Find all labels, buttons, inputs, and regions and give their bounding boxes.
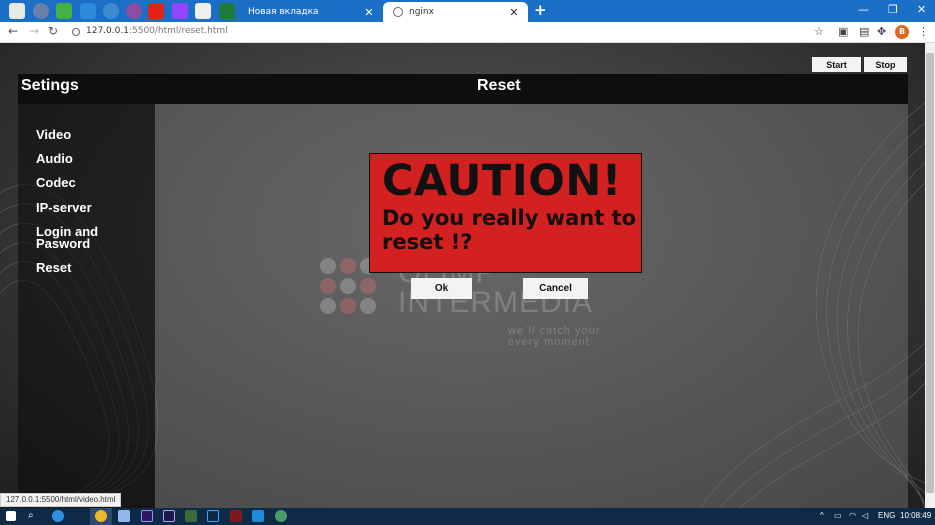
tab-new-tab[interactable]: Новая вкладка ✕ <box>238 2 383 22</box>
extension-icon[interactable]: ▣ <box>838 25 848 38</box>
page-scrollbar[interactable] <box>925 43 935 508</box>
new-tab-icon[interactable]: + <box>534 1 547 19</box>
bookmark-star-icon[interactable]: ☆ <box>814 25 824 38</box>
app-root: Start Stop Setings Reset Video Audio Cod… <box>0 43 925 508</box>
after-effects-icon[interactable] <box>163 510 175 522</box>
sidebar-item-video[interactable]: Video <box>36 128 146 141</box>
windows-taskbar: ⌕ ^ ▭ ◠ ◁ ENG 10:08:49 <box>0 508 935 525</box>
close-tab-icon[interactable]: ✕ <box>508 6 520 19</box>
page-title: Reset <box>477 77 521 94</box>
back-icon[interactable]: ← <box>8 24 18 38</box>
pinned-tab-icon[interactable] <box>195 3 211 19</box>
start-button[interactable]: Start <box>812 57 861 72</box>
tab-title: Новая вкладка <box>248 7 319 17</box>
app-icon[interactable] <box>230 510 242 522</box>
pinned-tab-icon[interactable] <box>9 3 25 19</box>
wifi-icon[interactable]: ◠ <box>849 511 856 520</box>
pinned-tab-icon[interactable] <box>56 3 72 19</box>
app-icon[interactable] <box>185 510 197 522</box>
stop-button[interactable]: Stop <box>864 57 907 72</box>
profile-avatar[interactable]: B <box>895 25 909 39</box>
volume-icon[interactable]: ◁ <box>862 511 868 520</box>
network-icon[interactable]: ▭ <box>834 511 842 520</box>
browser-tab-bar: Новая вкладка ✕ nginx ✕ + — ❐ ✕ <box>0 0 935 22</box>
close-tab-icon[interactable]: ✕ <box>363 6 375 19</box>
language-indicator[interactable]: ENG <box>878 511 895 520</box>
caution-heading: CAUTION! <box>382 156 622 206</box>
youtube-icon[interactable] <box>148 3 164 19</box>
extension-icon[interactable]: ▤ <box>859 25 869 38</box>
edge-icon[interactable] <box>52 510 64 522</box>
minimize-icon[interactable]: — <box>858 3 869 16</box>
tab-title: nginx <box>409 7 434 17</box>
tab-nginx[interactable]: nginx ✕ <box>383 2 528 22</box>
close-window-icon[interactable]: ✕ <box>917 3 926 16</box>
sidebar-item-login-password[interactable]: Login and Pasword <box>36 225 146 250</box>
maximize-icon[interactable]: ❐ <box>888 3 898 16</box>
url-field[interactable]: 127.0.0.1:5500/html/reset.html <box>86 26 228 36</box>
globe-icon <box>393 7 403 17</box>
chrome-icon[interactable] <box>95 510 107 522</box>
sidebar-item-audio[interactable]: Audio <box>36 152 146 165</box>
reload-icon[interactable]: ↻ <box>48 24 58 38</box>
pinned-tab-icon[interactable] <box>33 3 49 19</box>
puzzle-icon[interactable]: ✥ <box>877 25 886 38</box>
vscode-icon[interactable] <box>252 510 264 522</box>
clock[interactable]: 10:08:49 <box>900 511 931 520</box>
pinned-tab-icon[interactable] <box>80 3 96 19</box>
pinned-tab-icon[interactable] <box>219 3 235 19</box>
app-header: Setings Reset <box>18 74 908 104</box>
menu-kebab-icon[interactable]: ⋮ <box>918 25 929 38</box>
ok-button[interactable]: Ok <box>411 278 472 299</box>
scrollbar-thumb[interactable] <box>926 53 934 493</box>
twitch-icon[interactable] <box>172 3 188 19</box>
pinned-tab-icon[interactable] <box>126 3 142 19</box>
url-host: 127.0.0.1 <box>86 26 129 36</box>
app-icon[interactable] <box>275 510 287 522</box>
address-bar: ← → ↻ 127.0.0.1:5500/html/reset.html ☆ ▣… <box>0 22 935 43</box>
sidebar-item-ip-server[interactable]: IP-server <box>36 201 146 214</box>
photoshop-icon[interactable] <box>207 510 219 522</box>
url-path: :5500/html/reset.html <box>128 26 228 36</box>
sidebar-item-codec[interactable]: Codec <box>36 176 146 189</box>
sidebar-item-reset[interactable]: Reset <box>36 261 146 274</box>
premiere-icon[interactable] <box>141 510 153 522</box>
search-icon[interactable]: ⌕ <box>28 510 34 521</box>
settings-sidebar: Video Audio Codec IP-server Login and Pa… <box>18 104 155 508</box>
windows-start-icon[interactable] <box>6 511 16 521</box>
logo-tagline: we`ll catch your every moment <box>508 325 601 348</box>
caution-box: CAUTION! Do you really want to reset !? <box>369 153 642 273</box>
forward-icon[interactable]: → <box>29 24 39 38</box>
reset-question: Do you really want to reset !? <box>382 206 637 254</box>
link-status-tooltip: 127.0.0.1:5500/html/video.html <box>0 493 122 507</box>
settings-title: Setings <box>21 77 79 94</box>
pinned-tab-icon[interactable] <box>103 3 119 19</box>
cancel-button[interactable]: Cancel <box>523 278 588 299</box>
site-info-icon[interactable] <box>72 28 80 36</box>
tray-chevron-icon[interactable]: ^ <box>820 511 824 520</box>
store-icon[interactable] <box>118 510 130 522</box>
